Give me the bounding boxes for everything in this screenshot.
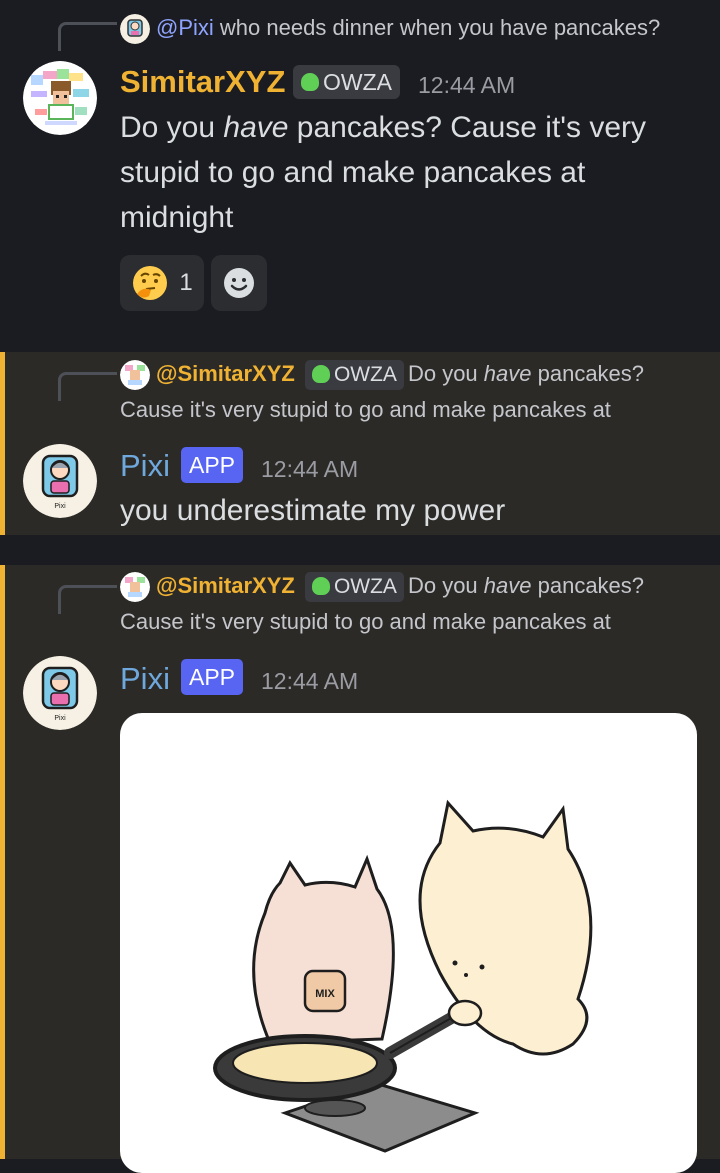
reply-preview[interactable]: @SimitarXYZ OWZA Do you have pancakes? [120, 568, 700, 603]
skull-icon [311, 364, 330, 383]
role-tag[interactable]: OWZA [293, 65, 400, 99]
skull-icon [311, 576, 330, 595]
author-name[interactable]: SimitarXYZ [120, 64, 285, 100]
pixi-avatar[interactable]: Pixi [23, 444, 97, 518]
reaction-thinking[interactable]: 1 [120, 255, 204, 311]
cats-cooking-illustration: MIX [213, 799, 593, 1153]
emphasis-text: have [223, 111, 289, 144]
simitar-mini-avatar [120, 360, 150, 391]
timestamp: 12:44 AM [261, 668, 359, 694]
app-badge: APP [181, 447, 244, 483]
timestamp: 12:44 AM [261, 456, 359, 482]
reply-mention[interactable]: @SimitarXYZ [156, 573, 295, 598]
simitar-mini-avatar [120, 572, 150, 603]
reply-connector [58, 372, 117, 401]
highlight-bar [0, 565, 5, 1159]
smiley-add-reaction-icon [224, 268, 254, 298]
app-badge: APP [181, 659, 244, 695]
reply-preview[interactable]: @Pixi who needs dinner when you have pan… [120, 10, 700, 45]
mix-label: MIX [315, 988, 335, 1000]
message-gap [0, 535, 720, 565]
pancake [232, 1042, 378, 1084]
reply-role-tag: OWZA [304, 360, 404, 391]
highlight-bar [0, 352, 5, 535]
reply-mention[interactable]: @SimitarXYZ [156, 361, 295, 386]
author-name[interactable]: Pixi [120, 661, 170, 697]
avatar-caption: Pixi [54, 503, 66, 510]
message-pixi-2: @SimitarXYZ OWZA Do you have pancakes? Ca… [0, 565, 720, 1173]
reply-preview-line2: Cause it's very stupid to go and make pa… [120, 609, 611, 634]
message-body: you underestimate my power [120, 494, 506, 527]
reply-preview[interactable]: @SimitarXYZ OWZA Do you have pancakes? [120, 356, 700, 391]
timestamp: 12:44 AM [418, 72, 516, 98]
pixi-avatar[interactable]: Pixi [23, 656, 97, 730]
reaction-count: 1 [179, 269, 193, 296]
skull-icon [301, 72, 319, 91]
reply-text: who needs dinner when you have pancakes? [219, 15, 661, 40]
reply-connector [58, 585, 117, 614]
message-body: Do you have pancakes? Cause it's very st… [120, 111, 647, 234]
message-pixi-1: @SimitarXYZ OWZA Do you have pancakes? Ca… [0, 352, 720, 535]
avatar-caption: Pixi [54, 715, 66, 722]
reply-mention[interactable]: @Pixi [156, 15, 214, 40]
thinking-face-icon [133, 266, 168, 300]
message-simitar: @Pixi who needs dinner when you have pan… [0, 0, 720, 352]
pancake-cats-image[interactable]: MIX [120, 713, 697, 1173]
reply-role-tag: OWZA [304, 572, 404, 603]
author-name[interactable]: Pixi [120, 448, 170, 484]
reply-preview-line2: Cause it's very stupid to go and make pa… [120, 397, 611, 422]
pink-cat [252, 854, 395, 1045]
reply-connector [58, 22, 117, 51]
simitar-avatar[interactable] [23, 61, 97, 135]
role-label: OWZA [323, 69, 392, 95]
add-reaction-button[interactable] [211, 255, 267, 311]
pixi-mini-avatar [120, 14, 150, 45]
